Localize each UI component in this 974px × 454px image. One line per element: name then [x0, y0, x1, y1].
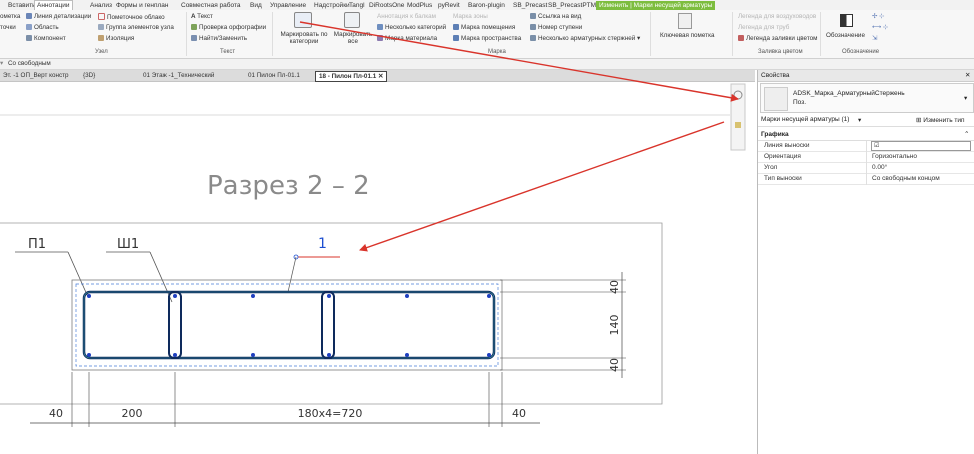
red-arrow-to-tag: [359, 121, 725, 252]
red-arrow-to-properties: [299, 21, 739, 102]
red-arrow-overlay: [299, 21, 739, 252]
